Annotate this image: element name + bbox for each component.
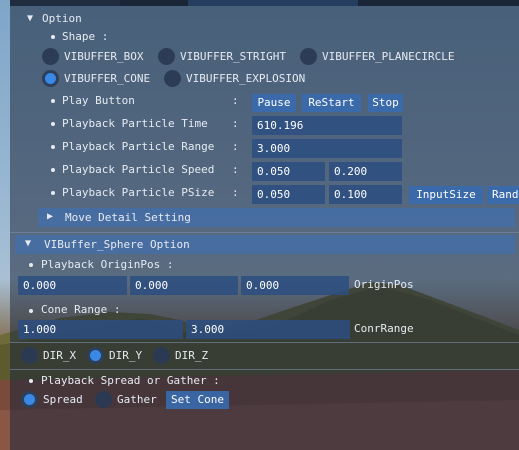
speed-max-input[interactable]: 0.200: [329, 162, 402, 181]
set-cone-button[interactable]: Set Cone: [166, 391, 229, 409]
divider: [10, 232, 519, 233]
bullet-icon: [51, 122, 55, 126]
option-header[interactable]: Option: [42, 12, 82, 25]
radio-vibuffer-explosion[interactable]: [164, 70, 181, 87]
option-collapse-arrow-icon[interactable]: ▼: [27, 13, 33, 24]
cone-min-input[interactable]: 1.000: [18, 320, 183, 339]
bullet-icon: [29, 309, 33, 313]
radio-label-vibuffer-stright[interactable]: VIBUFFER_STRIGHT: [180, 50, 286, 63]
radio-dir-z[interactable]: [153, 347, 170, 364]
radio-label-dir-y[interactable]: DIR_Y: [109, 349, 142, 362]
radio-vibuffer-planecircle[interactable]: [300, 48, 317, 65]
bullet-icon: [51, 168, 55, 172]
shape-label: Shape :: [62, 30, 109, 43]
rand-button[interactable]: Rand: [487, 186, 519, 204]
radio-vibuffer-stright[interactable]: [158, 48, 175, 65]
sphere-option-label[interactable]: VIBuffer_Sphere Option: [44, 238, 190, 251]
psize-label: Playback Particle PSize: [62, 186, 215, 199]
colon: :: [232, 140, 239, 153]
origin-label: Playback OriginPos :: [41, 258, 174, 271]
speed-label: Playback Particle Speed: [62, 163, 215, 176]
move-detail-label[interactable]: Move Detail Setting: [65, 211, 191, 224]
radio-label-gather[interactable]: Gather: [117, 393, 157, 406]
radio-vibuffer-cone[interactable]: [42, 70, 59, 87]
bullet-icon: [51, 35, 55, 39]
pause-button[interactable]: Pause: [252, 94, 296, 112]
bullet-icon: [29, 263, 33, 267]
radio-spread[interactable]: [21, 391, 38, 408]
divider: [10, 369, 519, 370]
range-label: Playback Particle Range: [62, 140, 215, 153]
cone-max-input[interactable]: 3.000: [186, 320, 350, 339]
range-input[interactable]: 3.000: [252, 139, 402, 158]
origin-x-input[interactable]: 0.000: [18, 276, 127, 295]
bullet-icon: [51, 191, 55, 195]
radio-vibuffer-box[interactable]: [42, 48, 59, 65]
cone-range-name-label: ConrRange: [354, 322, 414, 335]
radio-label-dir-x[interactable]: DIR_X: [43, 349, 76, 362]
colon: :: [232, 117, 239, 130]
time-label: Playback Particle Time: [62, 117, 208, 130]
collapse-arrow-icon[interactable]: ▼: [25, 238, 31, 249]
radio-label-vibuffer-planecircle[interactable]: VIBUFFER_PLANECIRCLE: [322, 50, 454, 63]
origin-y-input[interactable]: 0.000: [130, 276, 238, 295]
speed-min-input[interactable]: 0.050: [252, 162, 325, 181]
origin-pos-label: OriginPos: [354, 278, 414, 291]
time-input[interactable]: 610.196: [252, 116, 402, 135]
radio-gather[interactable]: [95, 391, 112, 408]
colon: :: [232, 186, 239, 199]
play-button-label: Play Button: [62, 94, 135, 107]
colon: :: [232, 163, 239, 176]
colon: :: [232, 94, 239, 107]
bullet-icon: [51, 145, 55, 149]
psize-max-input[interactable]: 0.100: [329, 185, 402, 204]
cone-range-label: Cone Range :: [41, 303, 121, 316]
radio-label-vibuffer-explosion[interactable]: VIBUFFER_EXPLOSION: [186, 72, 305, 85]
radio-dir-y[interactable]: [87, 347, 104, 364]
input-size-button[interactable]: InputSize: [409, 186, 483, 204]
divider: [10, 342, 519, 343]
bullet-icon: [51, 99, 55, 103]
origin-z-input[interactable]: 0.000: [241, 276, 349, 295]
expand-arrow-icon[interactable]: ▶: [47, 211, 53, 222]
radio-label-vibuffer-cone[interactable]: VIBUFFER_CONE: [64, 72, 150, 85]
psize-min-input[interactable]: 0.050: [252, 185, 325, 204]
spread-gather-label: Playback Spread or Gather :: [41, 374, 220, 387]
radio-label-vibuffer-box[interactable]: VIBUFFER_BOX: [64, 50, 143, 63]
radio-label-dir-z[interactable]: DIR_Z: [175, 349, 208, 362]
radio-label-spread[interactable]: Spread: [43, 393, 83, 406]
stop-button[interactable]: Stop: [368, 94, 403, 112]
restart-button[interactable]: ReStart: [302, 94, 361, 112]
bullet-icon: [29, 379, 33, 383]
radio-dir-x[interactable]: [21, 347, 38, 364]
